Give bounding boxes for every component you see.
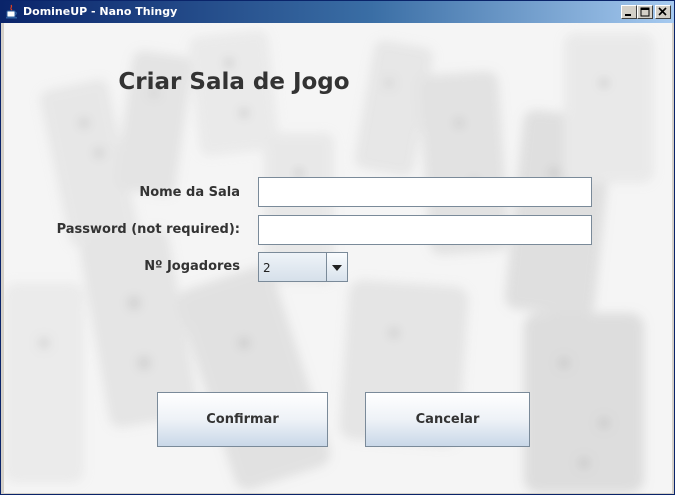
close-button[interactable] — [655, 5, 671, 19]
password-label: Password (not required): — [56, 222, 240, 237]
dialog-content: Criar Sala de Jogo Nome da Sala Password… — [4, 23, 672, 493]
room-name-input[interactable] — [258, 177, 592, 207]
chevron-down-icon — [332, 265, 342, 271]
players-label: Nº Jogadores — [144, 259, 240, 274]
room-name-label: Nome da Sala — [139, 185, 240, 200]
close-icon — [658, 7, 667, 16]
title-bar[interactable]: DomineUP - Nano Thingy — [1, 1, 674, 23]
players-selected-value: 2 — [263, 261, 271, 275]
maximize-icon — [640, 7, 650, 17]
minimize-icon — [625, 14, 631, 16]
page-title: Criar Sala de Jogo — [118, 69, 350, 95]
window-title: DomineUP - Nano Thingy — [23, 5, 178, 18]
minimize-button[interactable] — [621, 5, 637, 19]
app-window: DomineUP - Nano Thingy Criar Sala de Jog… — [0, 0, 675, 495]
cancel-button[interactable]: Cancelar — [365, 392, 530, 447]
players-select[interactable]: 2 — [258, 252, 348, 282]
java-cup-icon — [5, 4, 19, 19]
maximize-button[interactable] — [637, 5, 653, 19]
players-dropdown-button[interactable] — [326, 253, 347, 281]
confirm-button[interactable]: Confirmar — [157, 392, 328, 447]
password-input[interactable] — [258, 215, 592, 245]
